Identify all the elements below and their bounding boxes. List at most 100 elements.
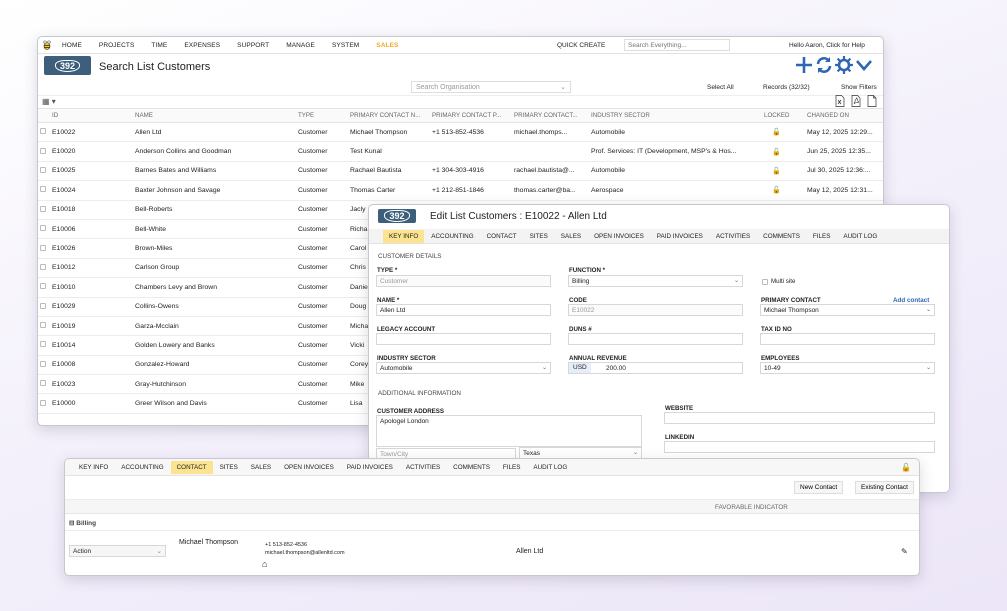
row-checkbox[interactable]	[40, 147, 46, 154]
header-id[interactable]: ID	[50, 108, 133, 123]
primary-contact-phone: +1 513-852-4536	[430, 122, 512, 143]
code-field[interactable]: E10022	[568, 304, 743, 316]
tab-paid-invoices[interactable]: PAID INVOICES	[341, 461, 399, 474]
name-field[interactable]: Allen Ltd	[376, 304, 551, 316]
header-name[interactable]: NAME	[133, 108, 296, 123]
row-checkbox[interactable]	[40, 341, 46, 348]
customer-name: Barnes Bates and Williams	[133, 161, 296, 182]
nav-manage[interactable]: MANAGE	[286, 42, 315, 49]
row-checkbox[interactable]	[40, 283, 46, 290]
legacy-account-field[interactable]	[376, 333, 551, 345]
tab-audit-log[interactable]: AUDIT LOG	[527, 461, 573, 474]
unlock-icon[interactable]: 🔓	[772, 149, 781, 156]
tax-id-field[interactable]	[760, 333, 935, 345]
unlock-icon[interactable]: 🔓	[772, 129, 781, 136]
organisation-search-select[interactable]: Search Organisation ⌄	[411, 81, 571, 93]
action-select[interactable]: Action ⌄	[69, 545, 166, 557]
industry-sector-select[interactable]: Automobile ⌄	[376, 362, 551, 374]
header-primary-contact-phone[interactable]: PRIMARY CONTACT P...	[430, 108, 512, 123]
select-all-link[interactable]: Select All	[707, 84, 734, 91]
function-select[interactable]: Billing ⌄	[568, 275, 743, 287]
tab-files[interactable]: FILES	[497, 461, 527, 474]
unlock-icon[interactable]: 🔓	[901, 463, 911, 472]
add-icon[interactable]	[795, 56, 813, 74]
column-layout-icon[interactable]: ▦ ▾	[42, 97, 56, 106]
table-row[interactable]: E10024 Baxter Johnson and Savage Customer T…	[38, 180, 883, 201]
contact-group-billing[interactable]: ⊟ Billing	[69, 519, 96, 527]
chevron-down-icon[interactable]	[855, 56, 873, 74]
header-locked[interactable]: LOCKED	[762, 108, 805, 123]
refresh-icon[interactable]	[815, 56, 833, 74]
contact-email[interactable]: michael.thompson@allenltd.com	[265, 550, 345, 556]
tab-contact[interactable]: CONTACT	[170, 460, 213, 474]
nav-support[interactable]: SUPPORT	[237, 42, 269, 49]
header-primary-contact-email[interactable]: PRIMARY CONTACT...	[512, 108, 589, 123]
global-search-input[interactable]	[624, 39, 730, 51]
nav-projects[interactable]: PROJECTS	[99, 42, 134, 49]
show-filters-link[interactable]: Show Filters	[841, 84, 877, 91]
logo-text: 392	[54, 59, 81, 72]
row-checkbox[interactable]	[40, 263, 46, 270]
excel-export-icon[interactable]	[835, 95, 845, 107]
duns-field[interactable]	[568, 333, 743, 345]
nav-sales[interactable]: SALES	[376, 42, 398, 49]
unlock-icon[interactable]: 🔓	[772, 168, 781, 175]
row-checkbox[interactable]	[40, 244, 46, 251]
row-checkbox[interactable]	[40, 225, 46, 232]
tab-key-info[interactable]: KEY INFO	[73, 461, 114, 474]
row-checkbox[interactable]	[40, 322, 46, 329]
table-row[interactable]: E10025 Barnes Bates and Williams Customer R…	[38, 161, 883, 182]
nav-home[interactable]: HOME	[62, 42, 82, 49]
header-changed-on[interactable]: CHANGED ON	[805, 108, 883, 123]
type-field[interactable]: Customer	[376, 275, 551, 287]
customer-type: Customer	[296, 374, 348, 395]
row-checkbox[interactable]	[40, 302, 46, 309]
customer-type: Customer	[296, 258, 348, 279]
primary-contact-select[interactable]: Michael Thompson ⌄	[760, 304, 935, 316]
row-checkbox[interactable]	[40, 399, 46, 406]
currency-badge[interactable]: USD	[569, 363, 591, 373]
document-export-icon[interactable]	[867, 95, 877, 107]
annual-revenue-field[interactable]: USD 200.00	[568, 362, 743, 374]
home-icon[interactable]: ⌂	[262, 559, 267, 569]
bee-logo-icon[interactable]	[42, 40, 52, 50]
pdf-export-icon[interactable]	[851, 95, 861, 107]
user-greeting-link[interactable]: Hello Aaron, Click for Help	[789, 42, 865, 49]
tab-sales[interactable]: SALES	[245, 461, 277, 474]
tab-sites[interactable]: SITES	[214, 461, 244, 474]
quick-create-menu[interactable]: QUICK CREATE	[557, 42, 605, 49]
header-primary-contact-name[interactable]: PRIMARY CONTACT N...	[348, 108, 430, 123]
settings-gear-icon[interactable]	[835, 56, 853, 74]
customer-address-field[interactable]: Apologel London	[376, 415, 642, 447]
industry-sector: Aerospace	[589, 180, 762, 201]
row-checkbox[interactable]	[40, 380, 46, 387]
header-industry-sector[interactable]: INDUSTRY SECTOR	[589, 108, 762, 123]
nav-system[interactable]: SYSTEM	[332, 42, 359, 49]
website-field[interactable]	[664, 412, 935, 424]
nav-time[interactable]: TIME	[151, 42, 167, 49]
row-checkbox[interactable]	[40, 360, 46, 367]
multi-site-checkbox[interactable]	[762, 279, 768, 285]
row-checkbox[interactable]	[40, 166, 46, 173]
employees-select[interactable]: 10-49 ⌄	[760, 362, 935, 374]
tab-accounting[interactable]: ACCOUNTING	[115, 461, 169, 474]
header-select	[38, 108, 50, 123]
header-type[interactable]: TYPE	[296, 108, 348, 123]
annual-revenue-value: 200.00	[606, 365, 626, 372]
add-contact-link[interactable]: Add contact	[893, 297, 929, 304]
linkedin-field[interactable]	[664, 441, 935, 453]
edit-icon[interactable]: ✎	[901, 547, 908, 556]
table-row[interactable]: E10022 Allen Ltd Customer Michael Thompson +…	[38, 122, 883, 143]
existing-contact-button[interactable]: Existing Contact	[855, 481, 914, 494]
new-contact-button[interactable]: New Contact	[794, 481, 844, 494]
tab-open-invoices[interactable]: OPEN INVOICES	[278, 461, 340, 474]
row-select-cell	[38, 297, 50, 317]
row-checkbox[interactable]	[40, 205, 46, 212]
tab-activities[interactable]: ACTIVITIES	[400, 461, 446, 474]
table-row[interactable]: E10020 Anderson Collins and Goodman Custom…	[38, 141, 883, 162]
nav-expenses[interactable]: EXPENSES	[184, 42, 220, 49]
unlock-icon[interactable]: 🔓	[772, 187, 781, 194]
row-checkbox[interactable]	[40, 128, 46, 135]
tab-comments[interactable]: COMMENTS	[447, 461, 496, 474]
row-checkbox[interactable]	[40, 186, 46, 193]
